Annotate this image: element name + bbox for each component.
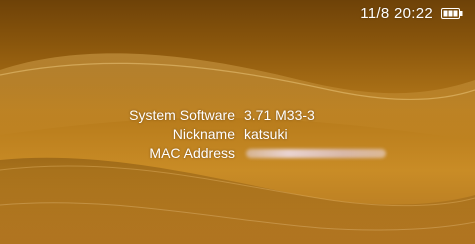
system-software-label: System Software bbox=[129, 107, 235, 123]
mac-address-redacted bbox=[246, 149, 386, 158]
battery-full-icon bbox=[441, 7, 463, 19]
mac-address-label: MAC Address bbox=[149, 145, 235, 161]
status-bar: 11/8 20:22 bbox=[360, 4, 463, 22]
nickname-label: Nickname bbox=[172, 126, 235, 142]
system-software-value: 3.71 M33-3 bbox=[244, 107, 315, 123]
system-info-list: System Software 3.71 M33-3 Nickname kats… bbox=[0, 107, 475, 164]
psp-system-information-screen: 11/8 20:22 System Software 3.71 M33-3 Ni… bbox=[0, 0, 475, 244]
nickname-row: Nickname katsuki bbox=[0, 126, 475, 145]
mac-address-row: MAC Address bbox=[0, 145, 475, 164]
nickname-value: katsuki bbox=[244, 126, 288, 142]
clock: 11/8 20:22 bbox=[360, 4, 433, 22]
system-software-row: System Software 3.71 M33-3 bbox=[0, 107, 475, 126]
